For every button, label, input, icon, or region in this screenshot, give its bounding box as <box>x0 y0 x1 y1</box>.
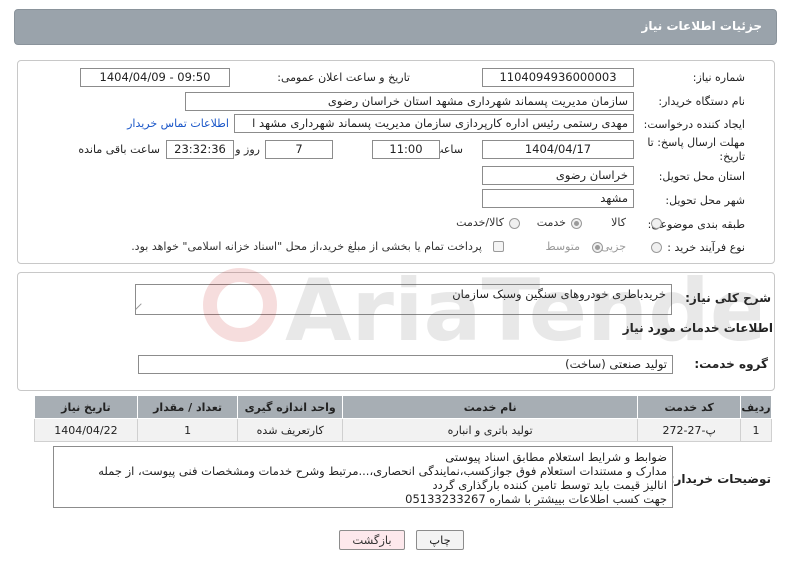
deadline-label: مهلت ارسال پاسخ: تا تاریخ: <box>647 136 745 163</box>
col-quantity: تعداد / مقدار <box>136 395 239 419</box>
col-unit: واحد اندازه گیری <box>237 395 343 419</box>
announce-datetime-field: 1404/04/09 - 09:50 <box>80 68 230 87</box>
category-option-goods-service: کالا/خدمت <box>456 216 504 229</box>
buyer-notes-label: توضیحات خریدار: <box>669 472 771 486</box>
cell-quantity: 1 <box>136 418 239 442</box>
requester-field: مهدی رستمی رئیس اداره کارپردازی سازمان م… <box>234 114 634 133</box>
table-header-row: ردیف کد خدمت نام خدمت واحد اندازه گیری ت… <box>34 395 772 419</box>
process-option-minor: جزیی <box>600 240 626 253</box>
city-field: مشهد <box>482 189 634 208</box>
col-need-date: تاریخ نیاز <box>34 395 138 419</box>
category-option-service: خدمت <box>536 216 566 229</box>
cell-unit: کارتعریف شده <box>237 418 343 442</box>
need-number-field: 1104094936000003 <box>482 68 634 87</box>
service-group-label: گروه خدمت: <box>694 357 768 371</box>
buyer-notes-field: ضوابط و شرایط استعلام مطابق اسناد پیوستی… <box>53 446 673 508</box>
remaining-time-label: ساعت باقی مانده <box>78 143 160 156</box>
province-field: خراسان رضوی <box>482 166 634 185</box>
category-label: طبقه بندی موضوعی: <box>647 218 745 231</box>
buyer-notes-line: انالیز قیمت باید توسط تامین کننده بارگذا… <box>432 478 668 492</box>
process-type-label: نوع فرآیند خرید : <box>667 241 745 254</box>
buyer-notes-line: ضوابط و شرایط استعلام مطابق اسناد پیوستی <box>445 450 667 464</box>
back-button[interactable]: بازگشت <box>339 530 405 550</box>
page-header: جزئیات اطلاعات نیاز <box>14 9 777 45</box>
province-label: استان محل تحویل: <box>658 170 745 183</box>
process-option-medium: متوسط <box>545 240 580 253</box>
table-row: 1 پ-27-272 تولید باتری و انباره کارتعریف… <box>34 418 772 442</box>
city-label: شهر محل تحویل: <box>665 194 745 207</box>
category-radio-service[interactable] <box>571 218 582 229</box>
deadline-time-field: 11:00 <box>372 140 440 159</box>
need-number-label: شماره نیاز: <box>692 71 745 84</box>
buyer-notes-line: جهت کسب اطلاعات بییشتر با شماره 05133233… <box>405 492 667 506</box>
buyer-contact-link[interactable]: اطلاعات تماس خریدار <box>127 117 229 130</box>
remaining-time-field: 23:32:36 <box>166 140 234 159</box>
buyer-org-label: نام دستگاه خریدار: <box>658 95 745 108</box>
buyer-org-field: سازمان مدیریت پسماند شهرداری مشهد استان … <box>185 92 634 111</box>
print-button[interactable]: چاپ <box>416 530 464 550</box>
treasury-payment-note: پرداخت تمام یا بخشی از مبلغ خرید،از محل … <box>131 240 482 253</box>
page-title: جزئیات اطلاعات نیاز <box>641 19 762 33</box>
process-radio-minor[interactable] <box>651 242 662 253</box>
category-radio-goods-service[interactable] <box>509 218 520 229</box>
services-section-title: اطلاعات خدمات مورد نیاز <box>622 321 773 335</box>
deadline-date-field: 1404/04/17 <box>482 140 634 159</box>
category-option-goods: کالا <box>611 216 626 229</box>
requester-label: ایجاد کننده درخواست: <box>643 118 745 131</box>
deadline-days-field: 7 <box>265 140 333 159</box>
cell-need-date: 1404/04/22 <box>34 418 138 442</box>
summary-label: شرح کلی نیاز: <box>685 291 771 305</box>
treasury-payment-checkbox[interactable] <box>493 241 504 252</box>
col-row: ردیف <box>740 395 772 419</box>
cell-service-code: پ-27-272 <box>637 418 742 442</box>
services-table: ردیف کد خدمت نام خدمت واحد اندازه گیری ت… <box>34 395 772 442</box>
summary-field: خریدباطری خودروهای سنگین وسبک سازمان <box>135 284 672 315</box>
buyer-notes-line: مدارک و مستندات استعلام فوق جوازکسب،نمای… <box>98 464 667 478</box>
service-group-field: تولید صنعتی (ساخت) <box>138 355 673 374</box>
announce-datetime-label: تاریخ و ساعت اعلان عمومی: <box>277 71 410 84</box>
category-radio-goods[interactable] <box>651 218 662 229</box>
deadline-days-label: روز و <box>235 143 260 156</box>
col-service-code: کد خدمت <box>637 395 742 419</box>
col-service-name: نام خدمت <box>341 395 639 419</box>
process-radio-medium[interactable] <box>592 242 603 253</box>
cell-service-name: تولید باتری و انباره <box>341 418 639 442</box>
cell-row: 1 <box>740 418 772 442</box>
